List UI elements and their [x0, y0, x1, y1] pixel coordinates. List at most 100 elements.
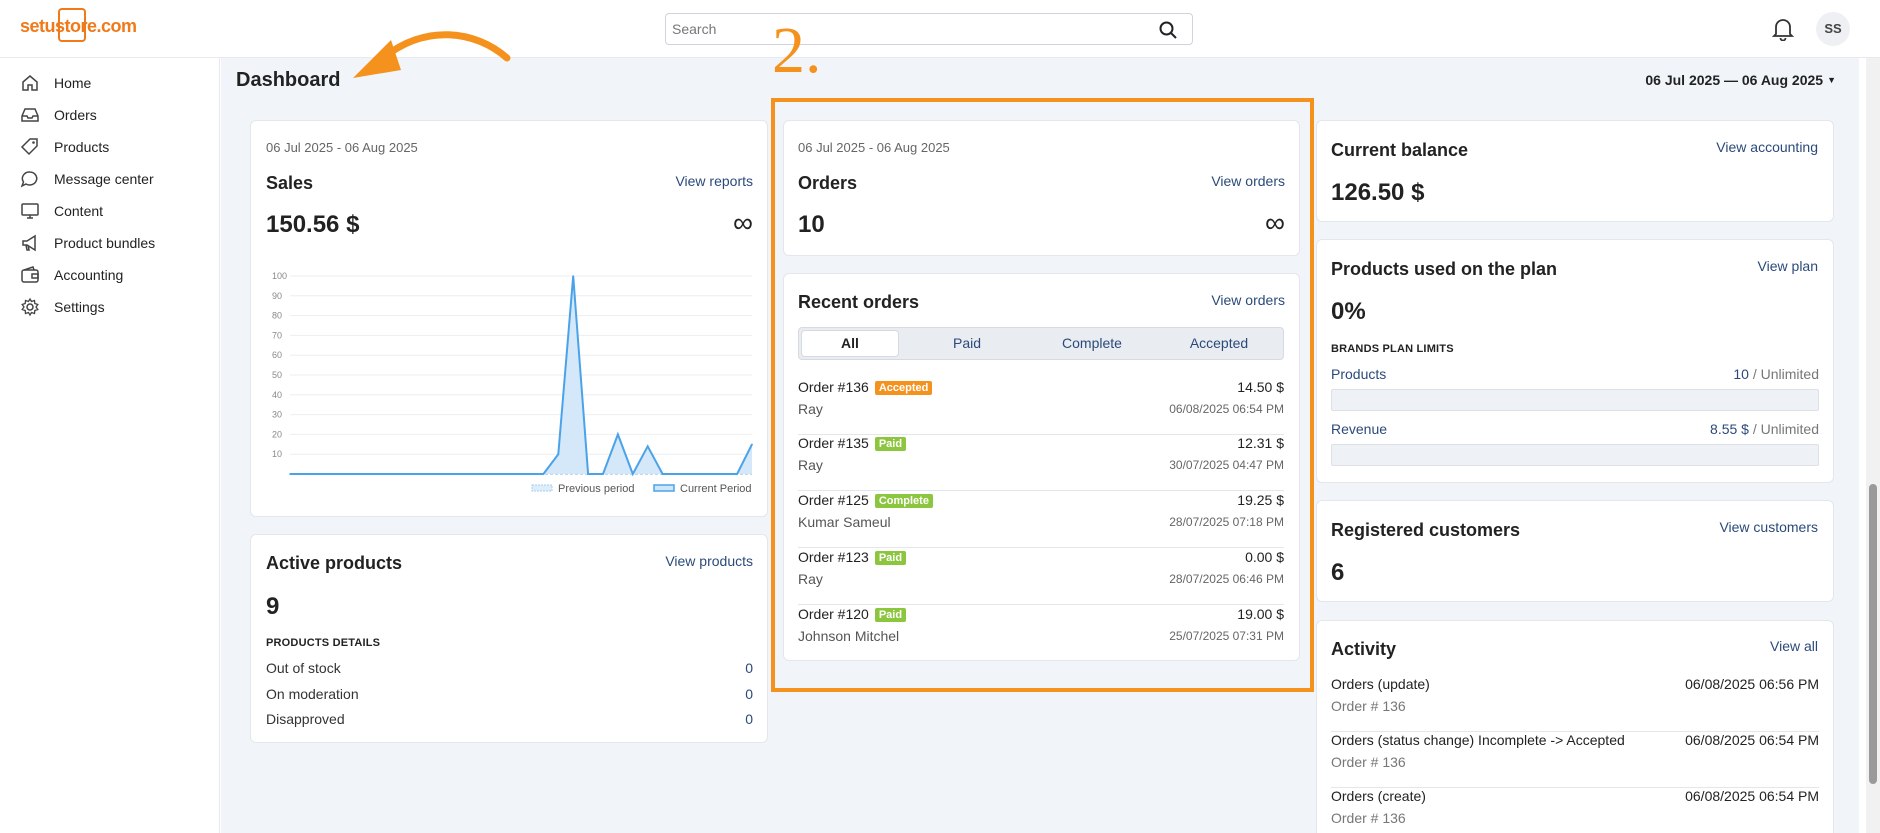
order-number-text: Order #135	[798, 435, 869, 451]
scrollbar[interactable]	[1866, 58, 1880, 833]
data-point	[676, 473, 679, 475]
data-point	[527, 473, 530, 475]
data-point	[646, 445, 649, 448]
megaphone-icon	[22, 234, 36, 252]
order-date: 28/07/2025 07:18 PM	[1169, 515, 1284, 529]
status-badge: Paid	[874, 437, 907, 451]
disapproved-value[interactable]: 0	[745, 711, 753, 727]
legend-label-current: Current Period	[680, 483, 752, 495]
sidebar-item-label: Product bundles	[54, 235, 156, 251]
order-row[interactable]: Order #125 Complete Kumar Sameul 19.25 $ …	[798, 492, 1284, 548]
sidebar-item-product-bundles[interactable]: Product bundles	[20, 230, 155, 256]
activity-title: Activity	[1331, 639, 1397, 659]
active-products-value: 9	[266, 593, 280, 620]
bell-icon[interactable]	[1772, 17, 1794, 41]
view-plan-link[interactable]: View plan	[1758, 258, 1818, 274]
sales-value: 150.56 $	[266, 211, 360, 238]
sidebar-item-label: Products	[54, 139, 110, 155]
y-tick-label: 80	[272, 311, 282, 321]
tab-all[interactable]: All	[802, 331, 898, 356]
sidebar-item-settings[interactable]: Settings	[20, 294, 105, 320]
tab-complete[interactable]: Complete	[1029, 331, 1155, 356]
activity-item-title: Orders (update)	[1331, 676, 1430, 692]
on-moderation-value[interactable]: 0	[745, 686, 753, 702]
order-row[interactable]: Order #135 Paid Ray 12.31 $ 30/07/2025 04…	[798, 435, 1284, 491]
tag-icon	[20, 138, 38, 156]
view-reports-link[interactable]: View reports	[675, 173, 753, 189]
order-customer: Kumar Sameul	[798, 514, 891, 530]
data-point	[497, 473, 500, 475]
activity-item[interactable]: Orders (update) Order # 136 06/08/2025 0…	[1331, 676, 1819, 732]
activity-item[interactable]: Orders (create) Order # 136 06/08/2025 0…	[1331, 788, 1819, 833]
data-point	[691, 473, 694, 475]
data-point	[587, 473, 589, 475]
caret-down-icon: ▼	[1827, 75, 1836, 85]
activity-item-title: Orders (create)	[1331, 788, 1426, 804]
activity-item-date: 06/08/2025 06:54 PM	[1685, 732, 1819, 748]
y-tick-label: 10	[272, 449, 282, 459]
plan-products-limit: / Unlimited	[1752, 366, 1819, 382]
inbox-icon	[21, 108, 39, 122]
status-badge: Paid	[874, 551, 907, 565]
sidebar-item-home[interactable]: Home	[20, 70, 91, 96]
search-input[interactable]	[666, 14, 1136, 44]
sidebar-item-label: Home	[54, 75, 92, 91]
activity-item[interactable]: Orders (status change) Incomplete -> Acc…	[1331, 732, 1819, 788]
view-orders-link[interactable]: View orders	[1211, 292, 1285, 308]
legend-label-previous: Previous period	[558, 483, 634, 495]
date-range-picker[interactable]: 06 Jul 2025 — 06 Aug 2025 ▼	[1645, 72, 1836, 88]
wallet-icon	[21, 266, 39, 283]
order-number-text: Order #123	[798, 549, 869, 565]
data-point	[319, 473, 321, 475]
orders-value: 10	[798, 211, 825, 238]
data-point	[423, 473, 425, 475]
view-all-link[interactable]: View all	[1770, 638, 1818, 654]
chat-icon	[20, 171, 38, 188]
order-amount: 19.25 $	[1237, 492, 1284, 508]
sidebar-item-message-center[interactable]: Message center	[20, 166, 154, 192]
plan-products-label[interactable]: Products	[1331, 366, 1386, 382]
order-row[interactable]: Order #123 Paid Ray 0.00 $ 28/07/2025 06:…	[798, 549, 1284, 605]
logo[interactable]: setustore.com	[20, 8, 137, 42]
sidebar-item-accounting[interactable]: Accounting	[20, 262, 123, 288]
order-row[interactable]: Order #120 Paid Johnson Mitchel 19.00 $ 2…	[798, 606, 1284, 662]
data-point	[557, 453, 560, 455]
view-customers-link[interactable]: View customers	[1719, 519, 1818, 535]
current-balance-title: Current balance	[1331, 140, 1469, 160]
avatar[interactable]: SS	[1816, 12, 1850, 46]
sidebar-item-label: Orders	[54, 107, 97, 123]
tab-paid[interactable]: Paid	[907, 331, 1027, 356]
data-point	[453, 473, 455, 475]
plan-title: Products used on the plan	[1331, 259, 1558, 279]
data-point	[661, 473, 664, 475]
view-products-link[interactable]: View products	[665, 553, 753, 569]
order-status-tabs: All Paid Complete Accepted	[798, 327, 1284, 360]
sidebar-item-products[interactable]: Products	[20, 134, 109, 160]
search-icon[interactable]	[1158, 20, 1178, 40]
sidebar-item-orders[interactable]: Orders	[20, 102, 97, 128]
infinity-icon: ∞	[733, 207, 753, 238]
view-accounting-link[interactable]: View accounting	[1716, 139, 1818, 155]
view-orders-link[interactable]: View orders	[1211, 173, 1285, 189]
plan-revenue-usage: 8.55 $ / Unlimited	[1710, 421, 1819, 437]
y-tick-label: 90	[272, 291, 282, 301]
home-icon	[22, 75, 38, 91]
data-point	[438, 473, 440, 475]
legend-swatch-previous	[531, 484, 553, 492]
page-title: Dashboard	[236, 69, 341, 91]
plan-limits-label: BRANDS PLAN LIMITS	[1331, 343, 1454, 355]
order-number: Order #135 Paid	[798, 435, 907, 451]
plan-value: 0%	[1331, 298, 1366, 325]
plan-revenue-label[interactable]: Revenue	[1331, 421, 1387, 437]
orders-date: 06 Jul 2025 - 06 Aug 2025	[798, 140, 950, 155]
data-point	[304, 473, 306, 475]
data-point	[706, 473, 709, 475]
status-badge: Complete	[874, 494, 933, 508]
tab-accepted[interactable]: Accepted	[1157, 331, 1281, 356]
order-row[interactable]: Order #136 Accepted Ray 14.50 $ 06/08/202…	[798, 379, 1284, 435]
scrollbar-thumb[interactable]	[1869, 484, 1877, 784]
gear-icon	[21, 297, 39, 317]
out-of-stock-value[interactable]: 0	[745, 660, 753, 676]
sidebar-item-content[interactable]: Content	[20, 198, 103, 224]
step-label: 2.	[772, 14, 822, 87]
